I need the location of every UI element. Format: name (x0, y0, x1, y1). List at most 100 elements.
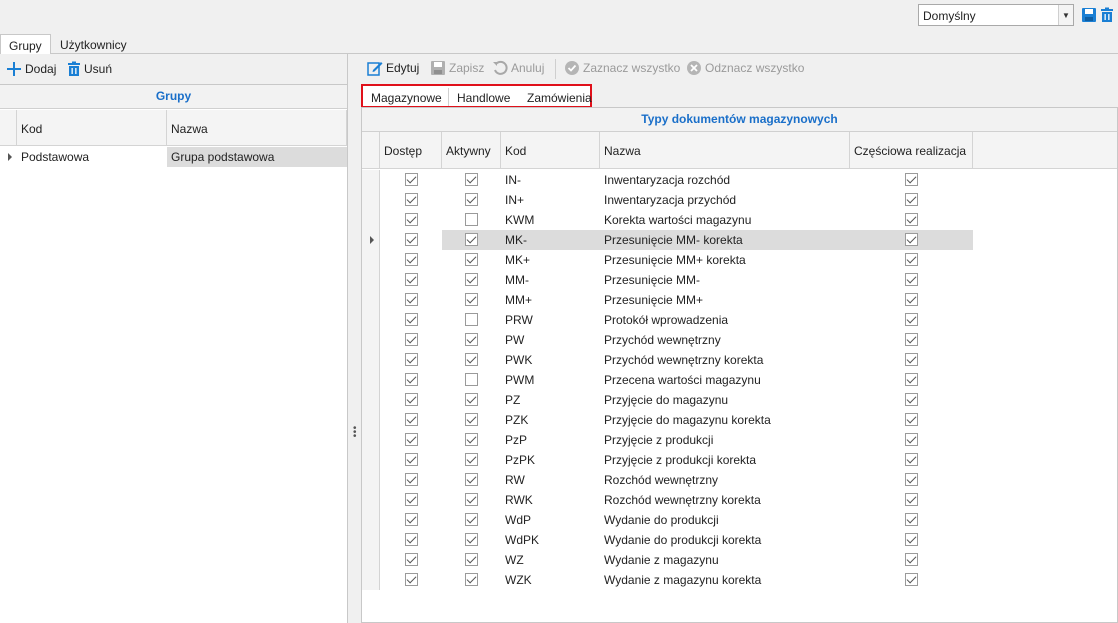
edit-button[interactable]: Edytuj (367, 60, 419, 76)
dostep-checkbox[interactable] (405, 233, 418, 246)
profile-select[interactable]: Domyślny ▼ (918, 4, 1074, 26)
czesciowa-realizacja-checkbox[interactable] (905, 573, 918, 586)
cancel-button[interactable]: Anuluj (492, 60, 544, 76)
dostep-checkbox[interactable] (405, 433, 418, 446)
add-button[interactable]: Dodaj (6, 61, 56, 77)
chevron-down-icon[interactable]: ▼ (1058, 5, 1073, 25)
tab-handlowe[interactable]: Handlowe (451, 88, 516, 106)
dostep-checkbox[interactable] (405, 333, 418, 346)
aktywny-checkbox[interactable] (465, 333, 478, 346)
aktywny-checkbox[interactable] (465, 173, 478, 186)
aktywny-checkbox[interactable] (465, 493, 478, 506)
aktywny-checkbox[interactable] (465, 473, 478, 486)
column-header-nazwa[interactable]: Nazwa (600, 132, 850, 169)
table-row[interactable]: PW Przychód wewnętrzny (362, 330, 1117, 350)
column-header-czesciowa-realizacja[interactable]: Częściowa realizacja (850, 132, 973, 169)
select-all-button[interactable]: Zaznacz wszystko (564, 60, 680, 76)
table-row[interactable]: WZ Wydanie z magazynu (362, 550, 1117, 570)
czesciowa-realizacja-checkbox[interactable] (905, 553, 918, 566)
czesciowa-realizacja-checkbox[interactable] (905, 253, 918, 266)
table-row[interactable]: WZK Wydanie z magazynu korekta (362, 570, 1117, 590)
table-row[interactable]: PzP Przyjęcie z produkcji (362, 430, 1117, 450)
aktywny-checkbox[interactable] (465, 533, 478, 546)
aktywny-checkbox[interactable] (465, 233, 478, 246)
dostep-checkbox[interactable] (405, 173, 418, 186)
table-row[interactable]: IN- Inwentaryzacja rozchód (362, 170, 1117, 190)
table-row[interactable]: PzPK Przyjęcie z produkcji korekta (362, 450, 1117, 470)
dostep-checkbox[interactable] (405, 253, 418, 266)
tab-uzytkownicy[interactable]: Użytkownicy (52, 34, 135, 55)
table-row[interactable]: MM+ Przesunięcie MM+ (362, 290, 1117, 310)
dostep-checkbox[interactable] (405, 453, 418, 466)
aktywny-checkbox[interactable] (465, 373, 478, 386)
aktywny-checkbox[interactable] (465, 453, 478, 466)
czesciowa-realizacja-checkbox[interactable] (905, 353, 918, 366)
dostep-checkbox[interactable] (405, 293, 418, 306)
dostep-checkbox[interactable] (405, 473, 418, 486)
dostep-checkbox[interactable] (405, 193, 418, 206)
deselect-all-button[interactable]: Odznacz wszystko (686, 60, 804, 76)
column-header-kod[interactable]: Kod (501, 132, 600, 169)
czesciowa-realizacja-checkbox[interactable] (905, 413, 918, 426)
table-row[interactable]: Podstawowa Grupa podstawowa (0, 147, 347, 167)
czesciowa-realizacja-checkbox[interactable] (905, 193, 918, 206)
save-icon[interactable] (1080, 6, 1098, 24)
dostep-checkbox[interactable] (405, 533, 418, 546)
dostep-checkbox[interactable] (405, 393, 418, 406)
aktywny-checkbox[interactable] (465, 553, 478, 566)
table-row[interactable]: RWK Rozchód wewnętrzny korekta (362, 490, 1117, 510)
table-row[interactable]: PZK Przyjęcie do magazynu korekta (362, 410, 1117, 430)
trash-icon[interactable] (1098, 6, 1116, 24)
aktywny-checkbox[interactable] (465, 353, 478, 366)
czesciowa-realizacja-checkbox[interactable] (905, 293, 918, 306)
aktywny-checkbox[interactable] (465, 253, 478, 266)
czesciowa-realizacja-checkbox[interactable] (905, 473, 918, 486)
aktywny-checkbox[interactable] (465, 433, 478, 446)
table-row[interactable]: MM- Przesunięcie MM- (362, 270, 1117, 290)
dostep-checkbox[interactable] (405, 373, 418, 386)
table-row[interactable]: PWK Przychód wewnętrzny korekta (362, 350, 1117, 370)
czesciowa-realizacja-checkbox[interactable] (905, 393, 918, 406)
aktywny-checkbox[interactable] (465, 293, 478, 306)
table-row[interactable]: IN+ Inwentaryzacja przychód (362, 190, 1117, 210)
aktywny-checkbox[interactable] (465, 513, 478, 526)
table-row[interactable]: PWM Przecena wartości magazynu (362, 370, 1117, 390)
delete-button[interactable]: Usuń (67, 61, 112, 77)
czesciowa-realizacja-checkbox[interactable] (905, 173, 918, 186)
tab-grupy[interactable]: Grupy (0, 34, 51, 55)
czesciowa-realizacja-checkbox[interactable] (905, 433, 918, 446)
table-row[interactable]: KWM Korekta wartości magazynu (362, 210, 1117, 230)
czesciowa-realizacja-checkbox[interactable] (905, 273, 918, 286)
dostep-checkbox[interactable] (405, 313, 418, 326)
czesciowa-realizacja-checkbox[interactable] (905, 333, 918, 346)
table-row[interactable]: WdP Wydanie do produkcji (362, 510, 1117, 530)
aktywny-checkbox[interactable] (465, 573, 478, 586)
czesciowa-realizacja-checkbox[interactable] (905, 233, 918, 246)
dostep-checkbox[interactable] (405, 553, 418, 566)
czesciowa-realizacja-checkbox[interactable] (905, 513, 918, 526)
column-header-nazwa[interactable]: Nazwa (167, 110, 347, 146)
table-row[interactable]: MK+ Przesunięcie MM+ korekta (362, 250, 1117, 270)
czesciowa-realizacja-checkbox[interactable] (905, 453, 918, 466)
aktywny-checkbox[interactable] (465, 393, 478, 406)
dostep-checkbox[interactable] (405, 573, 418, 586)
dostep-checkbox[interactable] (405, 213, 418, 226)
dostep-checkbox[interactable] (405, 513, 418, 526)
czesciowa-realizacja-checkbox[interactable] (905, 213, 918, 226)
table-row[interactable]: PZ Przyjęcie do magazynu (362, 390, 1117, 410)
czesciowa-realizacja-checkbox[interactable] (905, 313, 918, 326)
table-row[interactable]: MK- Przesunięcie MM- korekta (362, 230, 1117, 250)
czesciowa-realizacja-checkbox[interactable] (905, 373, 918, 386)
dostep-checkbox[interactable] (405, 493, 418, 506)
aktywny-checkbox[interactable] (465, 413, 478, 426)
tab-magazynowe[interactable]: Magazynowe (365, 88, 449, 106)
table-row[interactable]: PRW Protokół wprowadzenia (362, 310, 1117, 330)
dostep-checkbox[interactable] (405, 353, 418, 366)
save-button[interactable]: Zapisz (430, 60, 484, 76)
aktywny-checkbox[interactable] (465, 193, 478, 206)
table-row[interactable]: WdPK Wydanie do produkcji korekta (362, 530, 1117, 550)
czesciowa-realizacja-checkbox[interactable] (905, 533, 918, 546)
aktywny-checkbox[interactable] (465, 213, 478, 226)
column-header-dostep[interactable]: Dostęp (380, 132, 442, 169)
column-header-kod[interactable]: Kod (17, 110, 167, 146)
